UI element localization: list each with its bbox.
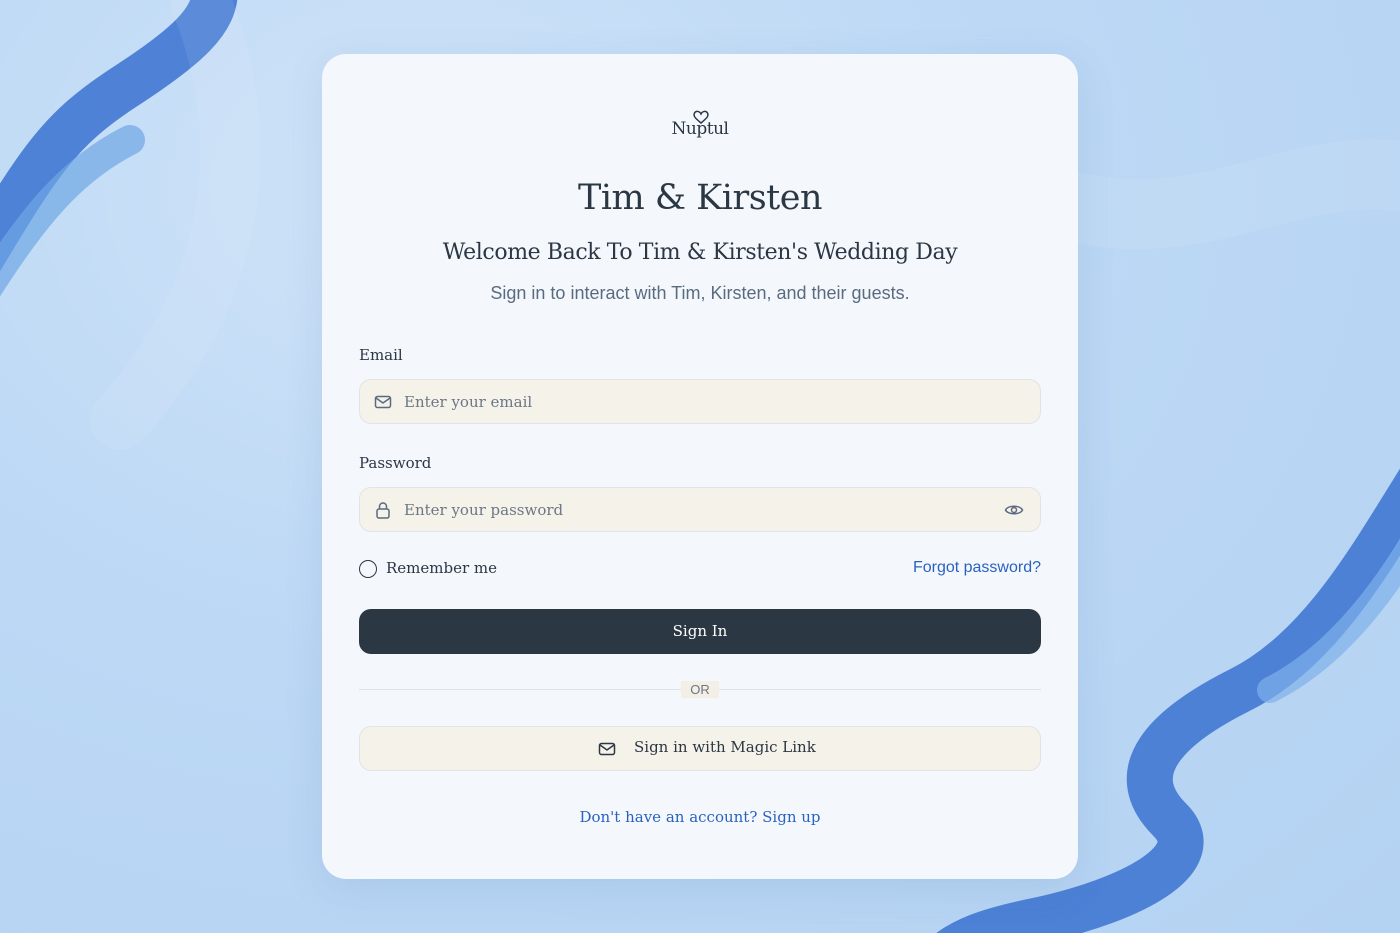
eye-icon[interactable] (1004, 501, 1024, 519)
welcome-subtitle: Sign in to interact with Tim, Kirsten, a… (490, 283, 910, 303)
sign-up-link[interactable]: Sign up (762, 808, 820, 826)
mail-icon (374, 395, 392, 409)
or-label: OR (681, 681, 719, 698)
email-label: Email (359, 346, 403, 364)
lock-icon (376, 502, 390, 519)
mail-icon (598, 742, 616, 756)
remember-me-label: Remember me (386, 559, 498, 577)
couple-names: Tim & Kirsten (578, 178, 823, 218)
login-card: Nuptul Tim & Kirsten Welcome Back To Tim… (322, 54, 1078, 879)
brand-name: Nuptul (671, 119, 729, 139)
password-label: Password (359, 454, 432, 472)
password-field-container (359, 487, 1041, 532)
password-input[interactable] (404, 488, 984, 531)
remember-me-radio[interactable] (359, 560, 377, 578)
signup-prompt-text: Don't have an account? (579, 808, 758, 826)
forgot-password-link[interactable]: Forgot password? (913, 559, 1041, 577)
email-field-container (359, 379, 1041, 424)
magic-link-button[interactable]: Sign in with Magic Link (359, 726, 1041, 771)
signup-prompt: Don't have an account? Sign up (322, 808, 1078, 826)
email-input[interactable] (404, 380, 984, 423)
magic-link-label: Sign in with Magic Link (634, 738, 816, 756)
welcome-heading: Welcome Back To Tim & Kirsten's Wedding … (442, 240, 958, 265)
sign-in-button[interactable]: Sign In (359, 609, 1041, 654)
